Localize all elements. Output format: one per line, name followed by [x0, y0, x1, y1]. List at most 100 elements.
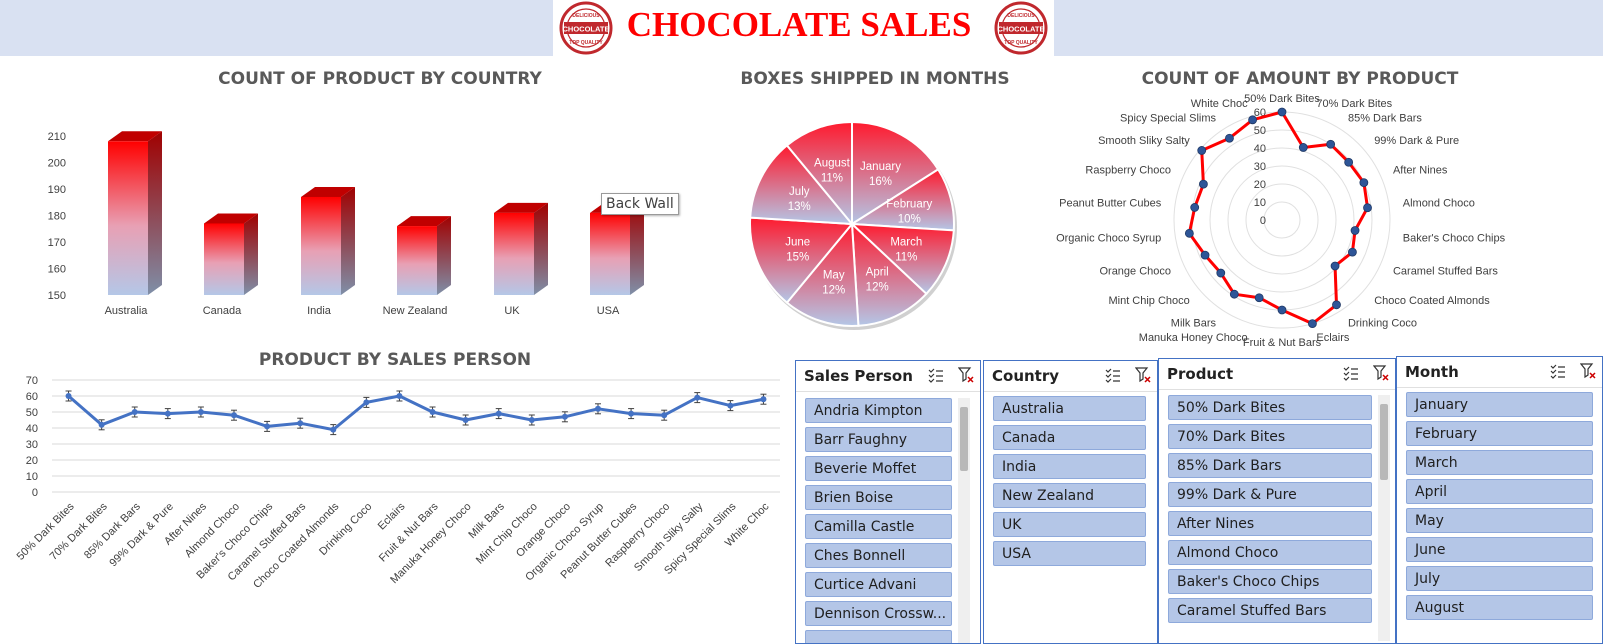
slicer-item[interactable]: USA	[993, 541, 1146, 566]
radar-category-label: 99% Dark & Pure	[1374, 135, 1459, 147]
clear-filter-icon[interactable]	[1135, 367, 1151, 383]
slicer-item[interactable]: August	[1406, 595, 1593, 620]
radar-category-label: Almond Choco	[1403, 198, 1475, 210]
slicer-item[interactable]: New Zealand	[993, 483, 1146, 508]
line-point	[561, 413, 568, 420]
line-point	[164, 410, 171, 417]
pie-label: May	[823, 269, 845, 281]
slicer-product[interactable]: Product 50% Dark Bites 70% Dark Bites 85…	[1158, 358, 1396, 644]
slicer-item[interactable]: Andria Kimpton	[805, 398, 952, 423]
radar-category-label: Spicy Special Slims	[1120, 112, 1216, 124]
x-tick-label: 70% Dark Bites	[48, 500, 110, 562]
slicer-item[interactable]: February	[1406, 421, 1593, 446]
slicer-item[interactable]: 85% Dark Bars	[1168, 453, 1372, 478]
line-point	[197, 409, 204, 415]
pie-value-label: 13%	[788, 201, 811, 213]
radar-category-label: Raspberry Choco	[1085, 164, 1171, 176]
slicer-item[interactable]: Canada	[993, 425, 1146, 450]
radar-category-label: Eclairs	[1316, 332, 1350, 344]
pie-value-label: 16%	[869, 176, 892, 188]
radar-point	[1190, 203, 1200, 212]
radar-category-label: Milk Bars	[1171, 318, 1217, 330]
multi-select-icon[interactable]	[1343, 365, 1359, 381]
slicer-item[interactable]: India	[993, 454, 1146, 479]
bar-side	[534, 202, 548, 295]
y-tick-label: 0	[32, 487, 38, 499]
radar-point	[1277, 107, 1287, 117]
radar-point	[1199, 179, 1208, 189]
slicer-header: Country	[984, 361, 1157, 392]
page-title: CHOCOLATE SALES	[626, 5, 972, 44]
slicer-item[interactable]: June	[1406, 537, 1593, 562]
radar-point	[1184, 228, 1194, 238]
radar-point	[1216, 268, 1226, 278]
multi-select-icon[interactable]	[1550, 363, 1566, 379]
slicer-item[interactable]: 50% Dark Bites	[1168, 395, 1372, 420]
line-point	[694, 394, 701, 401]
clear-filter-icon[interactable]	[1580, 363, 1596, 379]
pie-label: March	[890, 236, 922, 248]
slicer-item[interactable]: April	[1406, 479, 1593, 504]
radar-point	[1332, 300, 1341, 310]
y-tick-label: 40	[26, 423, 38, 435]
radar-point	[1344, 157, 1354, 167]
slicer-items: 50% Dark Bites 70% Dark Bites 85% Dark B…	[1168, 395, 1372, 627]
radar-point	[1197, 146, 1207, 155]
slicer-item[interactable]: Barr Faughny	[805, 427, 952, 452]
slicer-title: Sales Person	[804, 367, 913, 385]
multi-select-icon[interactable]	[928, 367, 944, 383]
slicer-item[interactable]: March	[1406, 450, 1593, 475]
bar-side	[341, 186, 355, 295]
back-wall-tooltip: Back Wall	[601, 193, 679, 215]
bar	[590, 212, 630, 295]
pie-label: January	[860, 161, 901, 173]
slicer-item[interactable]: Brien Boise	[805, 485, 952, 510]
slicer-item[interactable]: Caramel Stuffed Bars	[1168, 598, 1372, 623]
line-point	[595, 405, 601, 412]
radar-point	[1359, 178, 1369, 188]
slicer-item[interactable]: Australia	[993, 396, 1146, 421]
pie-label: February	[886, 198, 932, 210]
radar-category-label: Peanut Butter Cubes	[1059, 198, 1162, 210]
line-point	[363, 399, 370, 406]
slicer-country[interactable]: Country Australia Canada India New Zeala…	[983, 360, 1158, 644]
line-point	[330, 426, 337, 433]
slicer-item[interactable]: UK	[993, 512, 1146, 537]
slicer-item[interactable]: Beverie Moffet	[805, 456, 952, 481]
slicer-item[interactable]: May	[1406, 508, 1593, 533]
slicer-item[interactable]: January	[1406, 392, 1593, 417]
radar-tick-label: 30	[1254, 161, 1266, 173]
slicer-month[interactable]: Month January February March April May J…	[1396, 356, 1603, 644]
multi-select-icon[interactable]	[1105, 367, 1121, 383]
slicer-title: Product	[1167, 365, 1234, 383]
slicer-header: Month	[1397, 357, 1602, 388]
slicer-sales-person[interactable]: Sales Person Andria Kimpton Barr Faughny…	[795, 360, 981, 644]
slicer-item[interactable]: Baker's Choco Chips	[1168, 569, 1372, 594]
slicer-scroll-thumb[interactable]	[960, 407, 968, 471]
radar-point	[1298, 143, 1308, 152]
clear-filter-icon[interactable]	[1373, 365, 1389, 381]
slicer-item[interactable]: Ches Bonnell	[805, 543, 952, 568]
slicer-scrollbar[interactable]	[1378, 395, 1390, 641]
radar-point	[1277, 305, 1287, 315]
slicer-item[interactable]: Curtice Advani	[805, 572, 952, 597]
slicer-scrollbar[interactable]	[958, 398, 970, 643]
y-tick-label: 160	[48, 264, 66, 276]
slicer-item[interactable]: July	[1406, 566, 1593, 591]
radar-point	[1308, 319, 1317, 329]
y-tick-label: 10	[26, 471, 38, 483]
y-tick-label: 170	[48, 237, 66, 249]
slicer-item[interactable]: 70% Dark Bites	[1168, 424, 1372, 449]
y-tick-label: 30	[26, 439, 38, 451]
radar-gridline	[1173, 111, 1391, 329]
slicer-item[interactable]: Camilla Castle	[805, 514, 952, 539]
bar-chart-title: COUNT OF PRODUCT BY COUNTRY	[218, 69, 542, 89]
line-series	[67, 394, 764, 432]
x-tick-label: India	[307, 305, 332, 317]
slicer-item[interactable]: Dennison Crossw...	[805, 601, 952, 626]
slicer-item[interactable]: 99% Dark & Pure	[1168, 482, 1372, 507]
slicer-scroll-thumb[interactable]	[1380, 404, 1388, 480]
slicer-item[interactable]: After Nines	[1168, 511, 1372, 536]
clear-filter-icon[interactable]	[958, 367, 974, 383]
slicer-item[interactable]: Almond Choco	[1168, 540, 1372, 565]
